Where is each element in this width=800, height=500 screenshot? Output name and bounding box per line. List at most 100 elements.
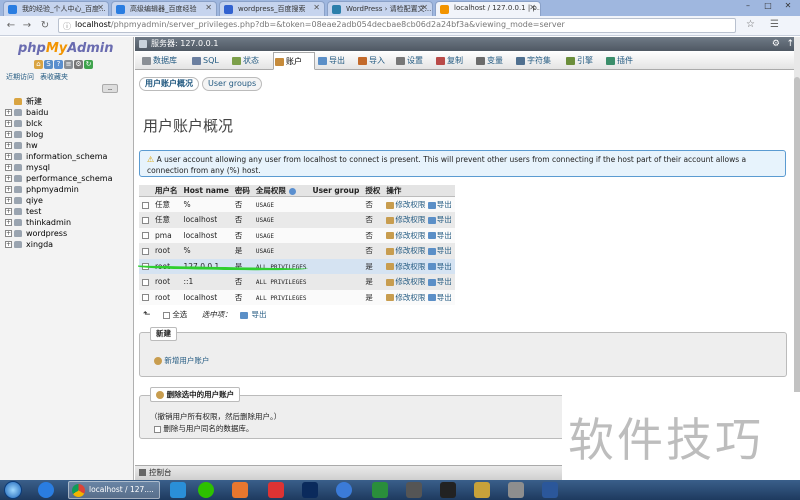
database-item[interactable]: + blck <box>4 118 113 129</box>
expand-icon[interactable]: + <box>5 142 12 149</box>
minimize-icon[interactable]: – <box>738 1 758 13</box>
sql-icon[interactable]: S <box>44 60 53 69</box>
database-item[interactable]: + baidu <box>4 107 113 118</box>
expand-icon[interactable]: + <box>5 153 12 160</box>
back-icon[interactable]: ← <box>4 19 18 33</box>
expand-icon[interactable]: + <box>5 208 12 215</box>
server-breadcrumb[interactable]: 服务器: 127.0.0.1 <box>151 39 218 48</box>
export-link[interactable]: 导出 <box>427 200 452 209</box>
select-all-checkbox[interactable] <box>162 311 170 319</box>
red-app-icon[interactable] <box>268 482 284 498</box>
collapse-up-icon[interactable]: ↑ <box>786 37 794 51</box>
subtab-overview[interactable]: 用户账户概况 <box>139 77 199 91</box>
export-link[interactable]: 导出 <box>427 262 452 271</box>
expand-icon[interactable]: + <box>5 241 12 248</box>
database-item[interactable]: + phpmyadmin <box>4 184 113 195</box>
browser-tab[interactable]: 我的经验_个人中心_百度... ✕ <box>3 1 109 16</box>
table-row[interactable]: pma localhost 否 USAGE 否修改权限 导出 <box>139 227 455 243</box>
ie-icon[interactable] <box>38 482 54 498</box>
menu-tab[interactable]: 变量 <box>475 52 513 70</box>
recent-tables-link[interactable]: 近期访问 <box>6 73 34 81</box>
header-username[interactable]: 用户名 <box>152 185 181 197</box>
row-checkbox[interactable] <box>142 232 149 240</box>
blue-app-icon[interactable] <box>336 482 352 498</box>
browser-tab[interactable]: 高级编辑器_百度经验 ✕ <box>111 1 217 16</box>
menu-tab[interactable]: 导入 <box>357 52 393 70</box>
row-checkbox[interactable] <box>142 278 149 286</box>
phpmyadmin-logo[interactable]: phpMyAdmin <box>18 41 114 56</box>
help-icon[interactable]: ? <box>54 60 63 69</box>
export-icon[interactable] <box>240 311 249 319</box>
refresh-icon[interactable]: ↻ <box>84 60 93 69</box>
table-row[interactable]: 任意% 否 USAGE 否修改权限 导出 <box>139 196 455 212</box>
word-icon[interactable] <box>542 482 558 498</box>
database-item[interactable]: + test <box>4 206 113 217</box>
help-icon[interactable] <box>288 187 296 195</box>
database-item[interactable]: + xingda <box>4 239 113 250</box>
menu-tab[interactable]: 设置 <box>395 52 433 70</box>
favorite-tables-link[interactable]: 表收藏夹 <box>40 73 68 81</box>
menu-tab[interactable]: 插件 <box>605 52 641 70</box>
page-info-icon[interactable]: ⓘ <box>63 21 71 32</box>
export-link[interactable]: 导出 <box>427 231 452 240</box>
table-row[interactable]: 任意 localhost 否 USAGE 否修改权限 导出 <box>139 212 455 228</box>
database-item[interactable]: + hw <box>4 140 113 151</box>
home-icon[interactable]: ⌂ <box>34 60 43 69</box>
gray-app-icon[interactable] <box>508 482 524 498</box>
wechat-icon[interactable] <box>198 482 214 498</box>
reload-icon[interactable]: ↻ <box>38 19 52 33</box>
collapse-all-button[interactable]: -- <box>102 84 118 93</box>
edit-privileges-link[interactable]: 修改权限 <box>386 277 425 286</box>
close-window-icon[interactable]: ✕ <box>778 1 798 13</box>
browser-tab[interactable]: WordPress › 请检配置文... ✕ <box>327 1 433 16</box>
expand-icon[interactable]: + <box>5 186 12 193</box>
header-hostname[interactable]: Host name <box>180 185 232 197</box>
forward-icon[interactable]: → <box>20 19 34 33</box>
expand-icon[interactable]: + <box>5 164 12 171</box>
edit-privileges-link[interactable]: 修改权限 <box>386 231 425 240</box>
photoshop-icon[interactable] <box>302 482 318 498</box>
expand-icon[interactable]: + <box>5 219 12 226</box>
drop-db-checkbox[interactable] <box>154 425 161 433</box>
export-link[interactable]: 导出 <box>427 215 452 224</box>
green-app-icon[interactable] <box>372 482 388 498</box>
expand-icon[interactable]: + <box>5 175 12 182</box>
expand-icon[interactable]: + <box>5 109 12 116</box>
menu-tab[interactable]: 账户 <box>273 52 315 70</box>
row-checkbox[interactable] <box>142 294 149 302</box>
settings-icon[interactable]: ⚙ <box>74 60 83 69</box>
export-link[interactable]: 导出 <box>427 293 452 302</box>
menu-tab[interactable]: 复制 <box>435 52 473 70</box>
yellow-app-icon[interactable] <box>474 482 490 498</box>
tab-close-icon[interactable]: ✕ <box>97 3 104 12</box>
docs-icon[interactable]: ≡ <box>64 60 73 69</box>
scrollbar-thumb[interactable] <box>794 77 800 407</box>
menu-tab[interactable]: 引擎 <box>565 52 603 70</box>
select-all-label[interactable]: 全选 <box>172 310 187 319</box>
database-item[interactable]: + thinkadmin <box>4 217 113 228</box>
menu-icon[interactable]: ☰ <box>770 19 779 30</box>
edit-privileges-link[interactable]: 修改权限 <box>386 246 425 255</box>
bulk-export-link[interactable]: 导出 <box>251 310 266 319</box>
database-item[interactable]: + information_schema <box>4 151 113 162</box>
xampp-icon[interactable] <box>232 482 248 498</box>
row-checkbox[interactable] <box>142 216 149 224</box>
qq-browser-icon[interactable] <box>170 482 186 498</box>
edit-privileges-link[interactable]: 修改权限 <box>386 262 425 271</box>
tab-close-icon[interactable]: ✕ <box>529 3 536 12</box>
database-item[interactable]: + blog <box>4 129 113 140</box>
tab-close-icon[interactable]: ✕ <box>313 3 320 12</box>
menu-tab[interactable]: SQL <box>191 52 229 70</box>
start-button[interactable] <box>4 481 22 499</box>
menu-tab[interactable]: 状态 <box>231 52 271 70</box>
tab-close-icon[interactable]: ✕ <box>421 3 428 12</box>
menu-tab[interactable]: 导出 <box>317 52 355 70</box>
menu-tab[interactable]: 数据库 <box>141 52 189 70</box>
browser-tab[interactable]: localhost / 127.0.0.1 | p... ✕ <box>435 1 541 16</box>
terminal-icon[interactable] <box>406 482 422 498</box>
database-item[interactable]: + qiye <box>4 195 113 206</box>
tab-close-icon[interactable]: ✕ <box>205 3 212 12</box>
expand-icon[interactable]: + <box>5 230 12 237</box>
table-row[interactable]: root% 是 USAGE 否修改权限 导出 <box>139 243 455 259</box>
database-item[interactable]: + mysql <box>4 162 113 173</box>
